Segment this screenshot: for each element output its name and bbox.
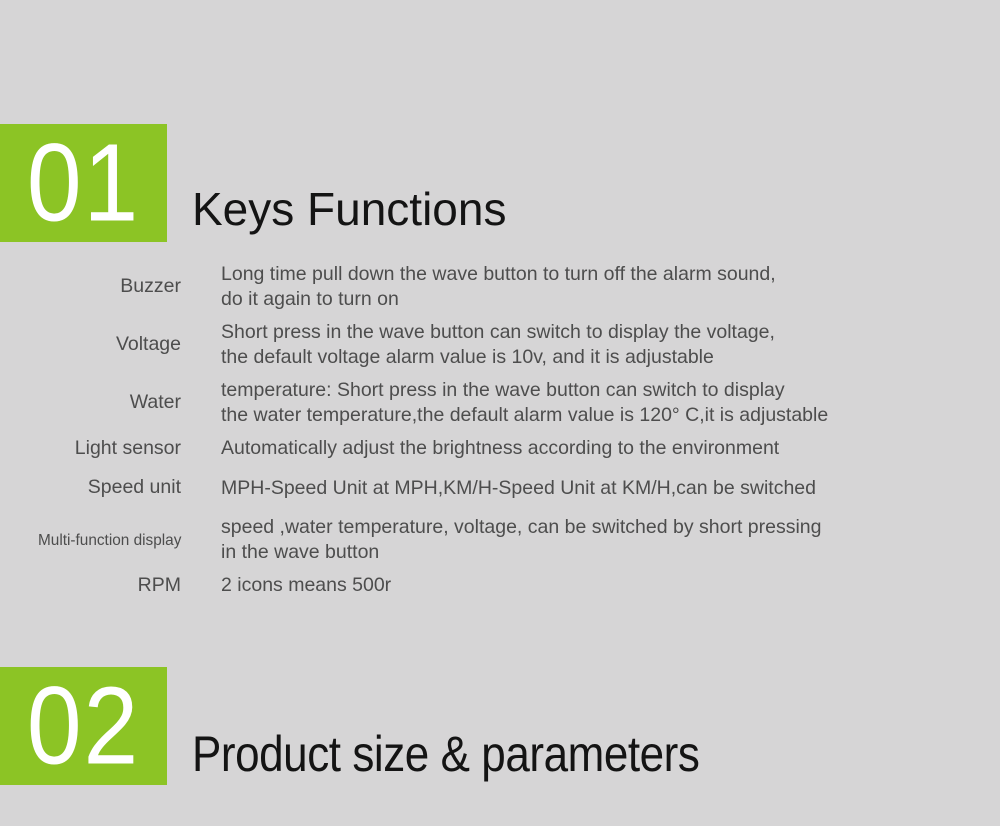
section-header-02: 02 Product size & parameters <box>0 667 1000 787</box>
section-title-01: Keys Functions <box>192 183 507 235</box>
keys-functions-spec-table: Buzzer Long time pull down the wave butt… <box>0 262 1000 612</box>
spec-description-multi-function-display: speed ,water temperature, voltage, can b… <box>221 515 822 563</box>
spec-row-light-sensor: Light sensor Automatically adjust the br… <box>0 436 1000 461</box>
spec-description-voltage: Short press in the wave button can switc… <box>221 321 775 368</box>
section-number-01: 01 <box>26 120 141 245</box>
spec-row-buzzer: Buzzer Long time pull down the wave butt… <box>0 262 1000 312</box>
spec-label-buzzer: Buzzer <box>120 275 181 298</box>
section-header-01: 01 Keys Functions <box>0 124 1000 244</box>
spec-label-speed-unit: Speed unit <box>87 476 181 499</box>
spec-description-light-sensor: Automatically adjust the brightness acco… <box>221 437 780 460</box>
spec-row-rpm: RPM 2 icons means 500r <box>0 573 1000 598</box>
spec-label-water: Water <box>129 391 181 414</box>
section-number-box-01: 01 <box>0 124 167 242</box>
section-title-02: Product size & parameters <box>192 726 700 782</box>
spec-description-buzzer: Long time pull down the wave button to t… <box>221 263 776 310</box>
spec-row-voltage: Voltage Short press in the wave button c… <box>0 320 1000 370</box>
spec-label-multi-function-display: Multi-function display <box>37 532 181 550</box>
spec-description-speed-unit: MPH-Speed Unit at MPH,KM/H-Speed Unit at… <box>221 476 816 499</box>
spec-row-water: Water temperature: Short press in the wa… <box>0 378 1000 428</box>
spec-label-voltage: Voltage <box>115 333 181 356</box>
section-number-box-02: 02 <box>0 667 167 785</box>
spec-description-rpm: 2 icons means 500r <box>221 573 392 596</box>
spec-label-rpm: RPM <box>137 573 181 596</box>
spec-description-water: temperature: Short press in the wave but… <box>221 379 829 426</box>
spec-row-multi-function-display: Multi-function display speed ,water temp… <box>0 515 1000 565</box>
spec-row-speed-unit: Speed unit MPH-Speed Unit at MPH,KM/H-Sp… <box>0 475 1000 500</box>
section-number-02: 02 <box>26 663 141 788</box>
spec-label-light-sensor: Light sensor <box>74 437 181 459</box>
